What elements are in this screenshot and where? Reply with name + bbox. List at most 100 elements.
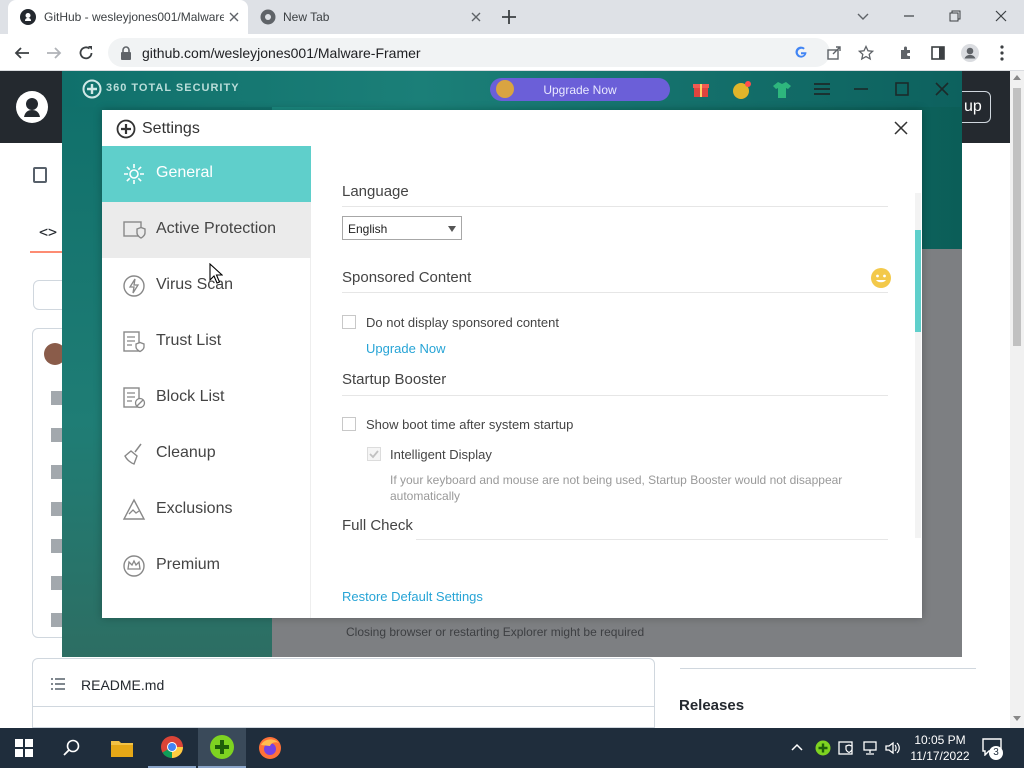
kebab-menu-icon[interactable] — [990, 41, 1014, 65]
sidebar-item-virus-scan[interactable]: Virus Scan — [102, 258, 311, 314]
new-tab-plus-icon[interactable] — [499, 7, 519, 27]
sidebar-item-label: Premium — [156, 556, 221, 573]
profile-avatar-icon[interactable] — [958, 41, 982, 65]
clock-date: 11/17/2022 — [910, 749, 970, 763]
tab-title: GitHub - wesleyjones001/Malware-Framer — [44, 10, 224, 24]
sidebar-item-cleanup[interactable]: Cleanup — [102, 426, 311, 482]
hamburger-menu-icon[interactable] — [814, 83, 830, 95]
sidebar-item-general[interactable]: General — [102, 146, 311, 202]
coin-icon[interactable] — [732, 80, 752, 100]
app-minimize-icon[interactable] — [854, 88, 868, 90]
minimize-icon[interactable] — [896, 4, 922, 28]
address-bar[interactable]: github.com/wesleyjones001/Malware-Framer — [108, 38, 830, 67]
settings-dialog: Settings General Active Protection Virus… — [102, 110, 922, 618]
page-scrollbar[interactable] — [1010, 71, 1024, 728]
restore-default-link[interactable]: Restore Default Settings — [342, 589, 483, 604]
bookmark-star-icon[interactable] — [854, 41, 878, 65]
repo-book-icon — [33, 167, 47, 183]
intelligent-display-label[interactable]: Intelligent Display — [390, 447, 492, 462]
boot-time-checkbox-label[interactable]: Show boot time after system startup — [366, 417, 573, 432]
reload-icon[interactable] — [74, 41, 98, 65]
shield-icon — [122, 218, 146, 242]
lock-icon — [120, 46, 132, 60]
sidebar-divider — [680, 668, 976, 669]
sponsored-checkbox[interactable] — [342, 315, 356, 329]
sidebar-item-block-list[interactable]: Block List — [102, 370, 311, 426]
tab-close-icon[interactable] — [468, 9, 484, 25]
scrollbar-thumb[interactable] — [1013, 88, 1021, 346]
360-security-taskbar-icon[interactable] — [198, 728, 246, 768]
tab-close-icon[interactable] — [226, 9, 242, 25]
settings-scrollbar-thumb[interactable] — [915, 230, 921, 332]
search-icon[interactable] — [48, 728, 96, 768]
notification-center-icon[interactable]: 3 — [982, 738, 1003, 760]
signup-label: up — [964, 98, 982, 115]
app-close-icon[interactable] — [935, 82, 949, 96]
list-icon[interactable] — [51, 678, 65, 690]
sidebar-item-label: Exclusions — [156, 500, 233, 517]
network-icon[interactable] — [862, 740, 878, 756]
scrollbar-up-arrow[interactable] — [1013, 75, 1021, 80]
side-panel-icon[interactable] — [926, 41, 950, 65]
volume-icon[interactable] — [884, 740, 900, 756]
readme-divider — [33, 706, 654, 707]
sidebar-item-premium[interactable]: Premium — [102, 538, 311, 594]
chrome-icon[interactable] — [148, 728, 196, 768]
settings-scrollbar[interactable] — [915, 193, 921, 538]
sponsored-checkbox-label[interactable]: Do not display sponsored content — [366, 315, 559, 330]
forward-arrow-icon[interactable] — [42, 41, 66, 65]
upgrade-now-link[interactable]: Upgrade Now — [366, 341, 446, 356]
firefox-icon[interactable] — [246, 728, 294, 768]
crown-icon — [122, 554, 146, 578]
block-list-icon — [122, 386, 146, 410]
skin-shirt-icon[interactable] — [772, 81, 792, 99]
back-arrow-icon[interactable] — [10, 41, 34, 65]
clock-time: 10:05 PM — [914, 733, 966, 747]
section-divider — [342, 206, 888, 207]
full-check-heading: Full Check — [342, 517, 413, 534]
windows-start-icon[interactable] — [0, 728, 48, 768]
boot-time-checkbox[interactable] — [342, 417, 356, 431]
github-logo-icon[interactable] — [16, 91, 48, 123]
settings-content: Language English Sponsored Content Do no… — [312, 146, 922, 618]
releases-heading[interactable]: Releases — [679, 697, 744, 714]
readme-box: README.md — [32, 658, 655, 728]
github-favicon-icon — [20, 9, 36, 25]
restart-note: Closing browser or restarting Explorer m… — [346, 625, 645, 639]
notification-count: 3 — [989, 746, 1003, 760]
readme-title[interactable]: README.md — [81, 677, 164, 693]
sponsored-heading: Sponsored Content — [342, 269, 472, 286]
gift-icon[interactable] — [692, 80, 710, 98]
file-explorer-icon[interactable] — [98, 728, 146, 768]
security-titlebar: 360 TOTAL SECURITY Upgrade Now — [62, 71, 962, 107]
tab-new-tab[interactable]: New Tab — [250, 0, 490, 34]
sidebar-item-label: Cleanup — [156, 444, 216, 461]
scrollbar-down-arrow[interactable] — [1013, 716, 1021, 721]
sidebar-item-active-protection[interactable]: Active Protection — [102, 202, 311, 258]
settings-close-icon[interactable] — [892, 119, 910, 137]
tab-search-chevron-icon[interactable] — [850, 4, 876, 28]
restore-icon[interactable] — [942, 4, 968, 28]
shield-tray-icon[interactable] — [838, 740, 854, 756]
sidebar-item-trust-list[interactable]: Trust List — [102, 314, 311, 370]
google-icon[interactable] — [794, 45, 808, 59]
app-maximize-icon[interactable] — [895, 82, 909, 96]
360-tray-icon[interactable] — [815, 740, 831, 756]
tab-title: New Tab — [283, 10, 330, 24]
code-tab-icon[interactable]: <> — [39, 223, 57, 241]
taskbar-clock[interactable]: 10:05 PM 11/17/2022 — [906, 732, 974, 764]
sidebar-item-label: Block List — [156, 388, 225, 405]
smiley-badge-icon[interactable] — [870, 267, 892, 289]
tab-github[interactable]: GitHub - wesleyjones001/Malware-Framer — [8, 0, 248, 34]
dropdown-arrow-icon — [448, 226, 456, 232]
close-window-icon[interactable] — [988, 4, 1014, 28]
share-icon[interactable] — [822, 41, 846, 65]
language-select[interactable]: English — [342, 216, 462, 240]
extensions-puzzle-icon[interactable] — [894, 41, 918, 65]
startup-booster-heading: Startup Booster — [342, 371, 447, 388]
sidebar-item-exclusions[interactable]: Exclusions — [102, 482, 311, 538]
upgrade-now-button[interactable]: Upgrade Now — [490, 78, 670, 101]
intelligent-display-checkbox[interactable] — [367, 447, 381, 461]
section-divider — [342, 292, 888, 293]
tray-chevron-icon[interactable] — [791, 743, 803, 751]
